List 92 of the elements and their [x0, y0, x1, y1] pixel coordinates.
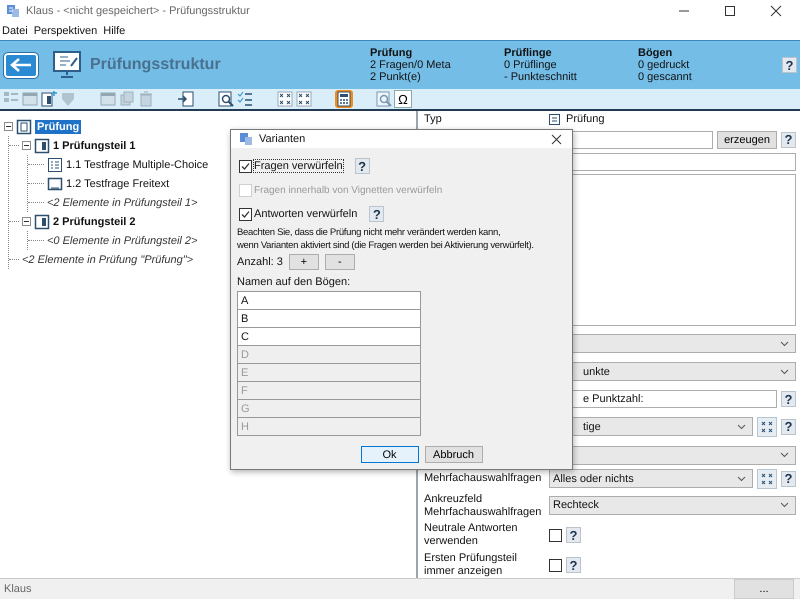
help-button[interactable]: ?	[781, 132, 796, 148]
panel-icon	[34, 138, 50, 154]
plus-button[interactable]: +	[288, 254, 319, 270]
grid-icon[interactable]	[757, 468, 777, 489]
window-title: Klaus - <nicht gespeichert> - Prüfungsstruktur	[26, 5, 250, 17]
caret-icon	[737, 476, 746, 482]
monitor-icon	[52, 50, 82, 80]
note-text: Beachten Sie, dass die Prüfung nicht mehr verändert werden kann, wenn Varianten aktiviert sind (die Fragen werden bei Aktivierung verwürfelt).	[237, 226, 535, 252]
caret-icon	[780, 368, 789, 375]
tree-item[interactable]: 2 Prüfungsteil 2	[53, 216, 136, 228]
dialog-title: Varianten	[259, 133, 306, 145]
tree-item[interactable]: 1.2 Testfrage Freitext	[66, 178, 170, 190]
ok-button[interactable]: Ok	[360, 446, 418, 463]
caret-icon	[737, 424, 746, 430]
help-button[interactable]: ?	[369, 206, 384, 222]
tree-item[interactable]: 1 Prüfungsteil 1	[53, 140, 136, 152]
help-button[interactable]: ?	[566, 557, 581, 574]
menu-item[interactable]: Hilfe	[103, 25, 126, 37]
stat-value: 0 gescannt	[638, 71, 693, 83]
caret-icon	[780, 340, 789, 347]
field-label: Ersten Prüfungsteil immer anzeigen	[424, 552, 518, 578]
list-icon	[47, 156, 63, 172]
stat-heading: Prüflinge	[504, 47, 553, 59]
window-icon	[47, 176, 63, 192]
field-label: Mehrfachauswahlfragen	[424, 472, 542, 486]
field-label: Neutrale Antworten verwenden	[424, 522, 519, 548]
stat-value: 2 Fragen/0 Meta	[370, 59, 452, 71]
option-label[interactable]: Fragen verwürfeln	[254, 160, 343, 172]
checklist-icon[interactable]	[236, 90, 254, 108]
page-title: Prüfungsstruktur	[90, 56, 222, 74]
generate-button[interactable]: erzeugen	[717, 130, 777, 149]
field-label: Ankreuzfeld Mehrfachauswahlfragen	[424, 492, 542, 518]
tree-item[interactable]: <2 Elemente in Prüfung "Prüfung">	[22, 254, 194, 266]
stat-value: 2 Punkt(e)	[370, 71, 422, 83]
tree-item[interactable]: Prüfung	[35, 120, 82, 134]
back-button[interactable]	[4, 52, 38, 78]
names-label: Namen auf den Bögen:	[237, 276, 352, 288]
menu-item[interactable]: Perspektiven	[34, 25, 98, 37]
page-plus-icon[interactable]	[40, 90, 58, 108]
arrow-icon	[9, 57, 33, 73]
expander-icon[interactable]	[22, 217, 31, 226]
stat-value: 0 gedruckt	[638, 59, 690, 71]
help-button[interactable]: ?	[354, 158, 370, 174]
cancel-button[interactable]: Abbruch	[424, 446, 482, 463]
grid-icon[interactable]	[295, 90, 313, 108]
help-button[interactable]: ?	[781, 470, 796, 487]
caret-icon	[780, 452, 789, 458]
tree-item[interactable]: 1.1 Testfrage Multiple-Choice	[66, 158, 208, 170]
grid-icon[interactable]	[757, 416, 777, 437]
name-field[interactable]: B	[237, 310, 421, 328]
help-button[interactable]: ?	[566, 527, 581, 544]
stat-value: - Punkteschnitt	[504, 71, 578, 83]
document-icon	[16, 118, 32, 134]
close-icon[interactable]	[770, 5, 782, 17]
checkbox[interactable]	[549, 528, 562, 542]
tree-item[interactable]: <0 Elemente in Prüfungsteil 2>	[47, 234, 198, 246]
dropdown[interactable]: Alles oder nichts	[549, 469, 753, 488]
status-text: Klaus	[3, 583, 32, 595]
omega-button[interactable]: Ω	[394, 90, 412, 108]
option-label[interactable]: Antworten verwürfeln	[254, 208, 358, 220]
document-icon	[549, 114, 560, 124]
app-icon	[6, 4, 20, 18]
checkbox[interactable]	[549, 558, 562, 572]
field-label: Typ	[424, 113, 443, 125]
grid-icon[interactable]	[276, 90, 294, 108]
help-button[interactable]: ?	[781, 418, 796, 435]
checkbox[interactable]	[239, 208, 252, 220]
help-button[interactable]: ?	[781, 391, 796, 408]
name-field[interactable]: A	[237, 291, 421, 310]
app-icon	[239, 132, 253, 146]
expander-icon[interactable]	[22, 141, 31, 150]
stat-heading: Prüfung	[370, 47, 414, 59]
field-value: Prüfung	[566, 113, 605, 125]
more-button[interactable]: ...	[734, 579, 794, 599]
import-icon[interactable]	[177, 90, 195, 108]
count-label: Anzahl: 3	[237, 256, 283, 268]
maximize-icon[interactable]	[724, 5, 736, 17]
name-field[interactable]: C	[237, 328, 421, 346]
caret-icon	[780, 502, 789, 508]
expander-icon[interactable]	[4, 122, 13, 131]
zoom-icon[interactable]	[217, 90, 235, 108]
calculator-icon[interactable]	[335, 90, 353, 108]
minus-button[interactable]: -	[324, 254, 355, 270]
menu-item[interactable]: Datei	[2, 25, 28, 37]
panel-icon	[34, 214, 50, 230]
stat-heading: Bögen	[638, 47, 674, 59]
help-button[interactable]: ?	[782, 57, 797, 73]
checkbox[interactable]	[239, 160, 252, 172]
stat-value: 0 Prüflinge	[504, 59, 558, 71]
tree-item[interactable]: <2 Elemente in Prüfungsteil 1>	[47, 196, 198, 208]
dropdown[interactable]: Rechteck	[549, 496, 796, 515]
close-icon[interactable]	[551, 134, 562, 144]
